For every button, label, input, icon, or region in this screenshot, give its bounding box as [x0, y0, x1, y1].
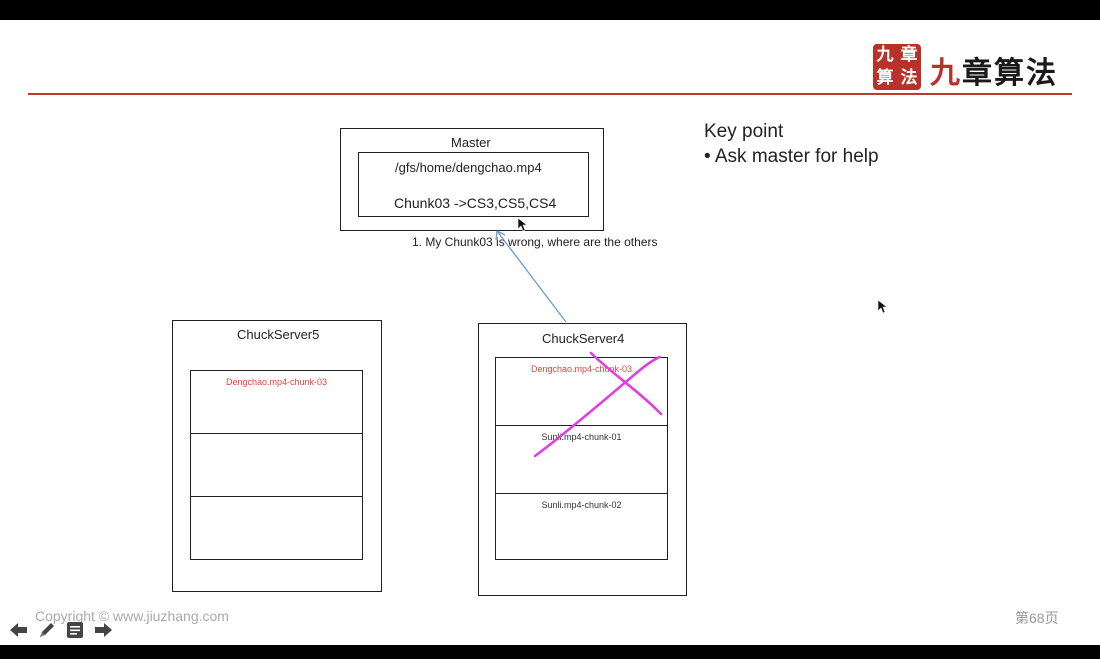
chunk-label: Sunli.mp4-chunk-02 — [541, 500, 622, 510]
master-file-path: /gfs/home/dengchao.mp4 — [395, 160, 542, 175]
logo-wordmark: 九章算法 — [930, 56, 1058, 91]
slide: 九 章 算 法 九章算法 Master /gfs/home/dengchao.m… — [0, 20, 1100, 645]
logo-seal-char: 法 — [900, 68, 918, 88]
chunk-slot — [191, 434, 362, 497]
chunk-label: Dengchao.mp4-chunk-03 — [225, 377, 328, 387]
chunkserver-5-title: ChuckServer5 — [237, 327, 320, 342]
master-chunk-mapping: Chunk03 ->CS3,CS5,CS4 — [394, 195, 557, 211]
chunk-label: Sunli.mp4-chunk-01 — [541, 432, 622, 442]
chunk-slot: Sunli.mp4-chunk-01 — [496, 426, 667, 494]
master-title: Master — [451, 135, 491, 150]
chunkserver-4-title: ChuckServer4 — [542, 331, 625, 346]
chunk-slot: Sunli.mp4-chunk-02 — [496, 494, 667, 562]
chunk-label: Dengchao.mp4-chunk-03 — [530, 364, 633, 374]
header-divider — [28, 93, 1072, 95]
chunk-slot: Dengchao.mp4-chunk-03 — [191, 371, 362, 434]
top-letterbox — [0, 0, 1100, 20]
request-annotation: 1. My Chunk03 is wrong, where are the ot… — [412, 235, 658, 249]
menu-icon[interactable] — [64, 619, 86, 641]
logo-seal-char: 章 — [900, 45, 918, 65]
chunkserver-4-chunk-list: Dengchao.mp4-chunk-03 Sunli.mp4-chunk-01… — [495, 357, 668, 560]
page-number: 第68页 — [1015, 610, 1059, 626]
chunk-slot: Dengchao.mp4-chunk-03 — [496, 358, 667, 426]
arrow-left-icon[interactable] — [8, 619, 30, 641]
bottom-letterbox — [0, 645, 1100, 659]
pencil-icon[interactable] — [36, 619, 58, 641]
key-point-bullet: • Ask master for help — [704, 146, 879, 167]
logo-seal: 九 章 算 法 — [873, 44, 921, 90]
logo-seal-char: 九 — [876, 45, 894, 65]
arrow-right-icon[interactable] — [92, 619, 114, 641]
slide-toolbar — [8, 619, 114, 641]
chunkserver-5-chunk-list: Dengchao.mp4-chunk-03 — [190, 370, 363, 560]
key-point-section: Key point • Ask master for help — [704, 119, 879, 169]
logo-seal-char: 算 — [876, 68, 894, 88]
chunk-slot — [191, 497, 362, 560]
key-point-heading: Key point — [704, 121, 784, 142]
